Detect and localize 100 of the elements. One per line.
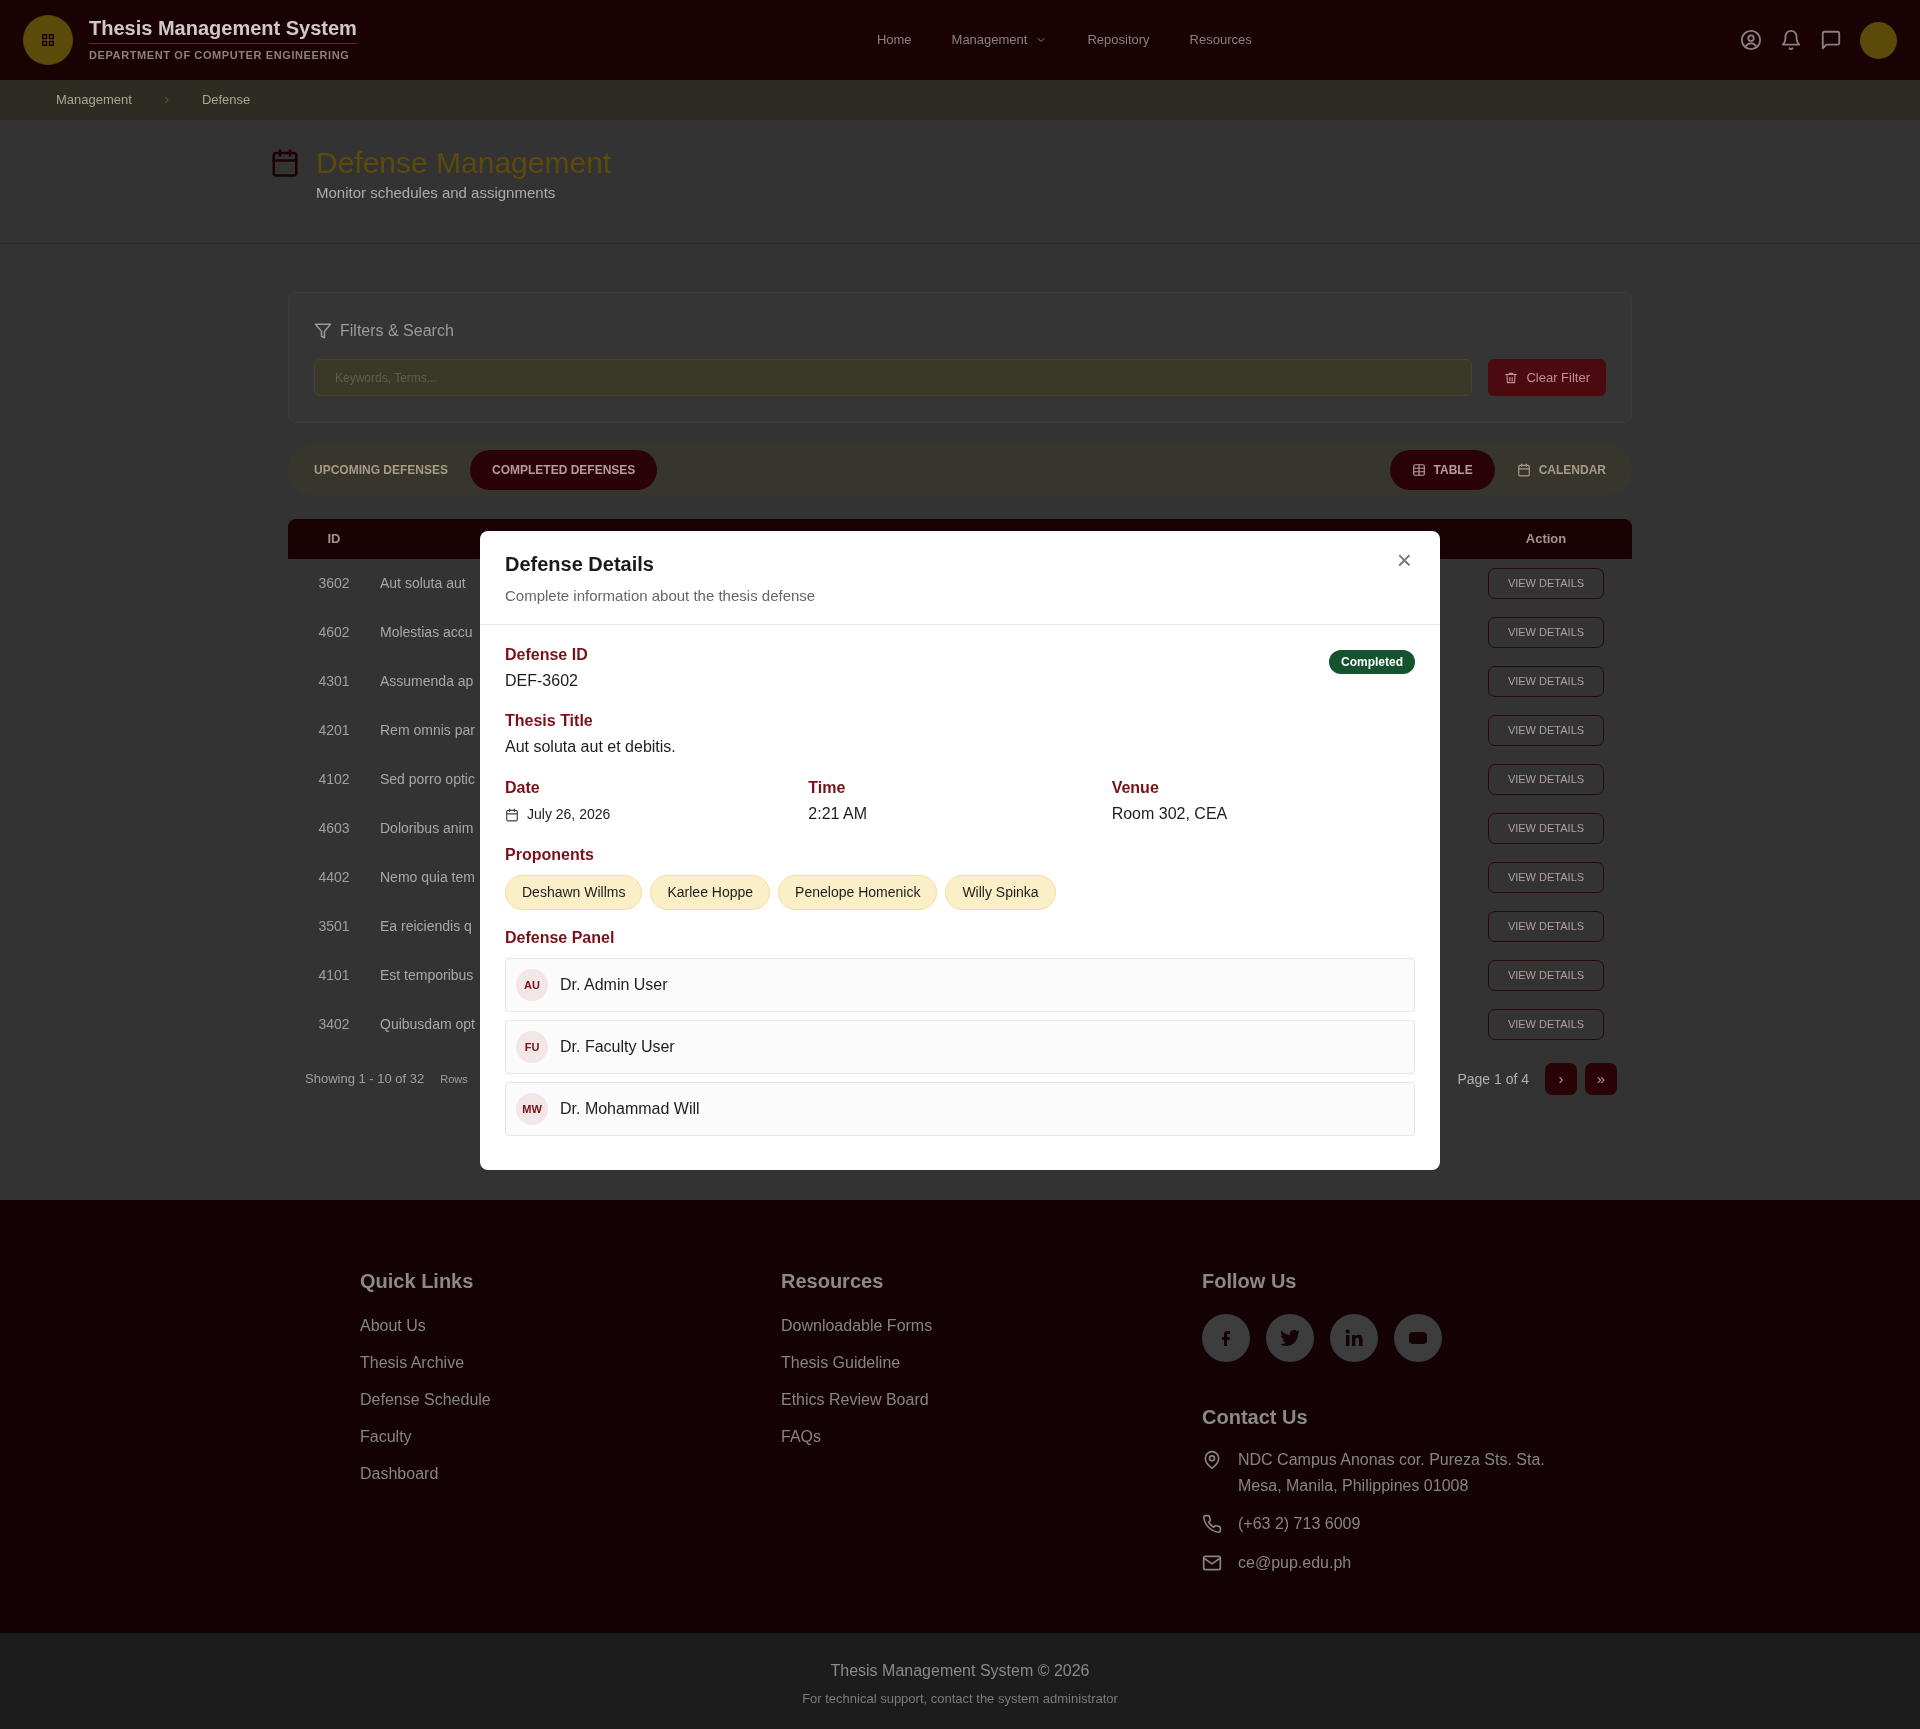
view-details-button[interactable]: VIEW DETAILS [1488, 960, 1604, 991]
contact-text: (+63 2) 713 6009 [1238, 1514, 1361, 1535]
table-cell-text: 3402 [317, 1015, 351, 1034]
copyright-text: Thesis Management System © 2026 [829, 1661, 1091, 1681]
footer-heading: Resources [781, 1269, 885, 1294]
footer-link[interactable]: About Us [360, 1314, 781, 1338]
table-cell-text: 4201 [317, 721, 351, 740]
footer-heading: Quick Links [360, 1269, 475, 1294]
table-cell-text: Sed porro optic [380, 770, 475, 789]
nav-link[interactable]: Management [951, 30, 1048, 50]
phone-icon [1202, 1514, 1222, 1535]
proponent-chip: Penelope Homenick [778, 875, 938, 911]
view-details-button[interactable]: VIEW DETAILS [1488, 862, 1604, 893]
field-label: Venue [1111, 778, 1160, 799]
breadcrumb-link[interactable]: Management [56, 90, 132, 110]
field-label: Defense ID [505, 644, 588, 665]
social-link[interactable] [1266, 1314, 1314, 1362]
view-details-button[interactable]: VIEW DETAILS [1488, 911, 1604, 942]
initials-avatar: AU [516, 969, 548, 1002]
breadcrumb-link[interactable]: Defense [201, 90, 251, 110]
grid-icon [39, 31, 57, 49]
calendar-icon [505, 807, 519, 822]
rows-label: Rows [440, 1071, 468, 1087]
social-link[interactable] [1394, 1314, 1442, 1362]
table-cell-text: 3501 [317, 917, 351, 936]
initials-avatar: MW [516, 1093, 548, 1126]
contact-text: NDC Campus Anonas cor. Pureza Sts. Sta. Mesa, Manila, Philippines 01008 [1238, 1450, 1546, 1496]
department-name: DEPARTMENT OF COMPUTER ENGINEERING [89, 43, 357, 64]
table-cell-text: Nemo quia tem [380, 868, 475, 887]
bell-icon[interactable] [1780, 29, 1802, 51]
table-cell-text: 3602 [317, 574, 351, 593]
view-details-button[interactable]: VIEW DETAILS [1488, 617, 1604, 648]
avatar[interactable] [1860, 21, 1897, 59]
field-label: Time [808, 778, 847, 799]
clear-filter-button[interactable]: Clear Filter [1488, 359, 1606, 396]
view-details-button[interactable]: VIEW DETAILS [1488, 715, 1604, 746]
defense-tab[interactable]: COMPLETED DEFENSES [470, 450, 658, 490]
footer-link[interactable]: Faculty [360, 1425, 781, 1449]
filter-title: Filters & Search [340, 321, 454, 341]
modal-subtitle: Complete information about the thesis defense [505, 586, 817, 606]
proponent-chip: Karlee Hoppe [650, 875, 771, 911]
social-link[interactable] [1202, 1314, 1250, 1362]
table-cell-text: 4602 [317, 623, 351, 642]
support-text: For technical support, contact the system administrator [801, 1690, 1119, 1708]
page-indicator: Page 1 of 4 [1457, 1069, 1529, 1089]
field-value: Aut soluta aut et debitis. [505, 737, 677, 758]
nav-link[interactable]: Repository [1087, 30, 1150, 50]
column-header: ID [326, 530, 342, 549]
footer-link[interactable]: Thesis Guideline [781, 1351, 1202, 1375]
field-value: Room 302, CEA [1111, 804, 1228, 825]
nav-link[interactable]: Home [876, 30, 912, 50]
contact-text: ce@pup.edu.ph [1238, 1552, 1352, 1573]
view-details-button[interactable]: VIEW DETAILS [1488, 1009, 1604, 1040]
footer-link[interactable]: Dashboard [360, 1462, 781, 1486]
view-details-button[interactable]: VIEW DETAILS [1488, 666, 1604, 697]
initials-avatar: FU [516, 1031, 548, 1064]
view-details-button[interactable]: VIEW DETAILS [1488, 764, 1604, 795]
column-header: Action [1524, 530, 1568, 549]
user-icon[interactable] [1740, 29, 1762, 51]
table-cell-text: 4301 [317, 672, 351, 691]
view-toggle[interactable]: CALENDAR [1494, 450, 1628, 490]
location-pin-icon [1202, 1450, 1222, 1470]
field-label: Thesis Title [505, 711, 594, 732]
table-cell-text: 4402 [317, 868, 351, 887]
defense-tab[interactable]: UPCOMING DEFENSES [292, 450, 470, 490]
proponent-chip: Deshawn Willms [505, 875, 643, 911]
footer-link[interactable]: Downloadable Forms [781, 1314, 1202, 1338]
field-value: July 26, 2026 [527, 805, 611, 825]
footer-link[interactable]: FAQs [781, 1425, 1202, 1449]
close-button[interactable]: × [1392, 547, 1416, 573]
last-page-button[interactable]: » [1585, 1063, 1617, 1095]
view-details-button[interactable]: VIEW DETAILS [1488, 568, 1604, 599]
footer-link[interactable]: Ethics Review Board [781, 1388, 1202, 1412]
panel-member-name: Dr. Mohammad Will [560, 1099, 700, 1120]
app-title: Thesis Management System [89, 16, 357, 41]
footer-heading: Follow Us [1202, 1269, 1298, 1294]
view-details-button[interactable]: VIEW DETAILS [1488, 813, 1604, 844]
table-cell-text: Assumenda ap [380, 672, 474, 691]
field-value: DEF-3602 [505, 670, 579, 691]
table-cell-text: 4101 [317, 966, 351, 985]
table-icon [1411, 463, 1426, 477]
field-label: Date [505, 778, 541, 799]
social-link[interactable] [1330, 1314, 1378, 1362]
table-cell-text: Doloribus anim [380, 819, 474, 838]
footer-link[interactable]: Defense Schedule [360, 1388, 781, 1412]
field-label: Proponents [505, 845, 595, 866]
panel-member-name: Dr. Faculty User [560, 1037, 675, 1058]
calendar-icon [1516, 463, 1531, 477]
page-subtitle: Monitor schedules and assignments [316, 183, 557, 203]
table-cell-text: Quibusdam opt [380, 1015, 475, 1034]
nav-link[interactable]: Resources [1189, 30, 1252, 50]
proponent-chip: Willy Spinka [945, 875, 1056, 911]
chat-icon[interactable] [1820, 29, 1842, 51]
view-toggle[interactable]: TABLE [1389, 450, 1495, 490]
next-page-button[interactable]: › [1545, 1063, 1577, 1095]
footer-link[interactable]: Thesis Archive [360, 1351, 781, 1375]
panel-member-name: Dr. Admin User [560, 975, 668, 996]
field-label: Defense Panel [505, 928, 616, 949]
table-cell-text: Ea reiciendis q [380, 917, 472, 936]
table-cell-text: Molestias accu [380, 623, 473, 642]
